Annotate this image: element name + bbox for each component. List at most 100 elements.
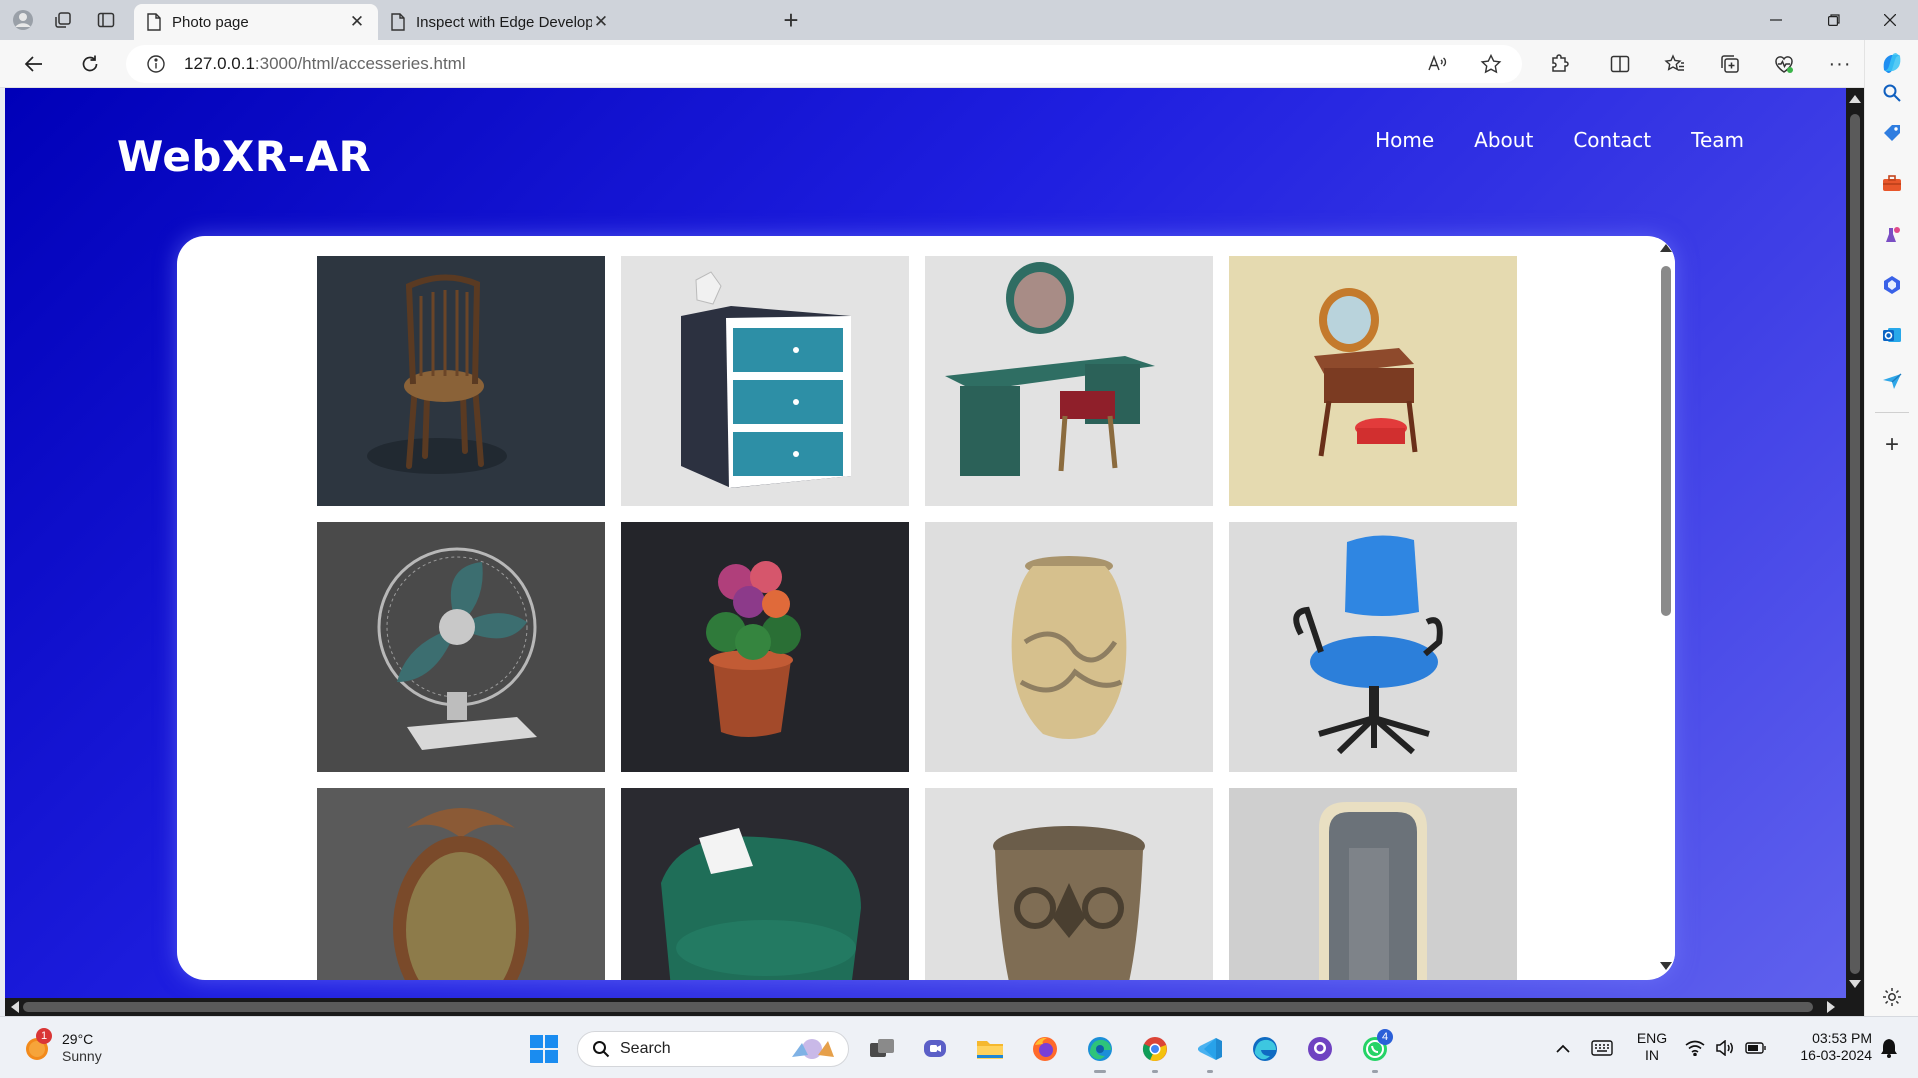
close-tab-icon[interactable]: ✕ — [592, 13, 610, 31]
tab-title: Inspect with Edge Developer Tools — [416, 13, 592, 31]
add-icon[interactable]: + — [1877, 430, 1907, 460]
new-tab-icon[interactable]: + — [776, 5, 806, 35]
copilot-icon[interactable] — [1877, 48, 1907, 78]
vscode-icon[interactable] — [1190, 1029, 1230, 1073]
games-icon[interactable] — [1877, 220, 1907, 250]
chevron-up-icon[interactable] — [1553, 1039, 1573, 1059]
browser-toolbar: 127.0.0.1:3000/html/accesseries.html ··· — [0, 40, 1918, 88]
favorites-icon[interactable] — [1659, 49, 1691, 79]
nav-team[interactable]: Team — [1691, 128, 1744, 152]
tab-title: Photo page — [172, 13, 249, 31]
windows-start-icon[interactable] — [524, 1029, 564, 1069]
search-icon — [592, 1040, 610, 1058]
scroll-right-icon[interactable] — [1827, 1001, 1835, 1013]
site-info-icon[interactable] — [146, 54, 166, 74]
collections-icon[interactable] — [1714, 49, 1746, 79]
task-view-icon[interactable] — [862, 1029, 902, 1069]
microsoft-365-icon[interactable] — [1877, 270, 1907, 300]
url-text: 127.0.0.1:3000/html/accesseries.html — [184, 54, 466, 73]
nav-about[interactable]: About — [1474, 128, 1533, 152]
gallery-item-vanity-stool[interactable] — [1229, 256, 1517, 506]
gallery-item-flower-pot[interactable] — [621, 522, 909, 772]
tab-strip: Photo page ✕ Inspect with Edge Developer… — [0, 0, 1918, 40]
gallery-item-wooden-chair[interactable] — [317, 256, 605, 506]
gallery-item-ceramic-vase[interactable] — [925, 522, 1213, 772]
language-indicator[interactable]: ENG IN — [1632, 1030, 1672, 1064]
page-horizontal-scrollbar[interactable] — [5, 998, 1846, 1016]
scroll-up-icon[interactable] — [1660, 244, 1672, 252]
browser-essentials-icon[interactable] — [1768, 49, 1800, 79]
nav-home[interactable]: Home — [1375, 128, 1434, 152]
teams-chat-icon[interactable] — [915, 1029, 955, 1069]
notification-bell-icon[interactable] — [1878, 1037, 1900, 1059]
scroll-down-icon[interactable] — [1849, 980, 1861, 988]
split-screen-icon[interactable] — [1604, 49, 1636, 79]
windows-taskbar: 1 29°C Sunny Search 4 ENG IN 03:53 PM 16… — [0, 1016, 1918, 1078]
site-logo[interactable]: WebXR-AR — [117, 132, 371, 181]
gallery-grid — [317, 256, 1517, 980]
whatsapp-badge: 4 — [1377, 1029, 1393, 1045]
page-hscroll-thumb[interactable] — [23, 1002, 1813, 1012]
weather-badge: 1 — [36, 1028, 52, 1044]
gallery-item-table-fan[interactable] — [317, 522, 605, 772]
file-explorer-icon[interactable] — [970, 1029, 1010, 1069]
page-icon — [146, 13, 162, 31]
github-desktop-icon[interactable] — [1300, 1029, 1340, 1069]
edge-dev-icon[interactable] — [1245, 1029, 1285, 1069]
firefox-icon[interactable] — [1025, 1029, 1065, 1069]
gallery-item-armchair[interactable] — [621, 788, 909, 980]
tab-devtools[interactable]: Inspect with Edge Developer Tools ✕ — [378, 4, 622, 40]
nav-contact[interactable]: Contact — [1573, 128, 1651, 152]
close-tab-icon[interactable]: ✕ — [348, 13, 366, 31]
read-aloud-icon[interactable] — [1426, 53, 1448, 75]
refresh-icon[interactable] — [74, 49, 106, 79]
extensions-icon[interactable] — [1544, 49, 1576, 79]
profile-icon[interactable] — [8, 6, 38, 34]
gallery-item-carved-pot[interactable] — [925, 788, 1213, 980]
chrome-icon[interactable] — [1135, 1029, 1175, 1073]
weather-temp: 29°C — [62, 1031, 94, 1047]
scroll-up-icon[interactable] — [1849, 95, 1861, 103]
page-scroll-thumb[interactable] — [1850, 114, 1860, 974]
favorite-star-icon[interactable] — [1480, 53, 1502, 75]
weather-condition: Sunny — [62, 1048, 102, 1064]
tab-photo-page[interactable]: Photo page ✕ — [134, 4, 378, 40]
search-icon[interactable] — [1877, 78, 1907, 108]
gallery-item-floor-mirror[interactable] — [1229, 788, 1517, 980]
gallery-item-office-chair[interactable] — [1229, 522, 1517, 772]
scroll-down-icon[interactable] — [1660, 962, 1672, 970]
keyboard-icon[interactable] — [1590, 1037, 1614, 1059]
wifi-icon[interactable] — [1684, 1037, 1706, 1059]
workspaces-icon[interactable] — [48, 6, 78, 34]
address-bar[interactable]: 127.0.0.1:3000/html/accesseries.html — [126, 45, 1522, 83]
edge-icon[interactable] — [1080, 1029, 1120, 1073]
gallery-scrollbar[interactable] — [1657, 236, 1675, 980]
outlook-icon[interactable] — [1877, 320, 1907, 350]
volume-icon[interactable] — [1714, 1037, 1736, 1059]
settings-gear-icon[interactable] — [1877, 982, 1907, 1012]
gallery-item-dressing-table[interactable] — [925, 256, 1213, 506]
search-placeholder: Search — [620, 1040, 671, 1057]
back-icon[interactable] — [18, 49, 50, 79]
page-icon — [390, 13, 406, 31]
gallery-item-drawer-cabinet[interactable] — [621, 256, 909, 506]
gallery-scroll-thumb[interactable] — [1661, 266, 1671, 616]
more-menu-icon[interactable]: ··· — [1824, 49, 1856, 79]
shopping-icon[interactable] — [1877, 118, 1907, 148]
close-window-icon[interactable] — [1862, 0, 1918, 40]
site-nav: Home About Contact Team — [1375, 128, 1744, 152]
page-vertical-scrollbar[interactable] — [1846, 88, 1864, 1016]
gallery-item-ornate-mirror[interactable] — [317, 788, 605, 980]
taskbar-search[interactable]: Search — [577, 1031, 849, 1067]
send-icon[interactable] — [1877, 366, 1907, 396]
tab-actions-icon[interactable] — [91, 6, 121, 34]
whatsapp-icon[interactable]: 4 — [1355, 1029, 1395, 1073]
clock[interactable]: 03:53 PM 16-03-2024 — [1782, 1030, 1872, 1064]
restore-icon[interactable] — [1806, 0, 1862, 40]
battery-icon[interactable] — [1744, 1037, 1768, 1059]
tools-icon[interactable] — [1877, 168, 1907, 198]
edge-sidebar: + — [1864, 40, 1918, 1016]
minimize-icon[interactable] — [1748, 0, 1804, 40]
scroll-left-icon[interactable] — [11, 1001, 19, 1013]
weather-widget[interactable]: 1 29°C Sunny — [24, 1028, 102, 1065]
